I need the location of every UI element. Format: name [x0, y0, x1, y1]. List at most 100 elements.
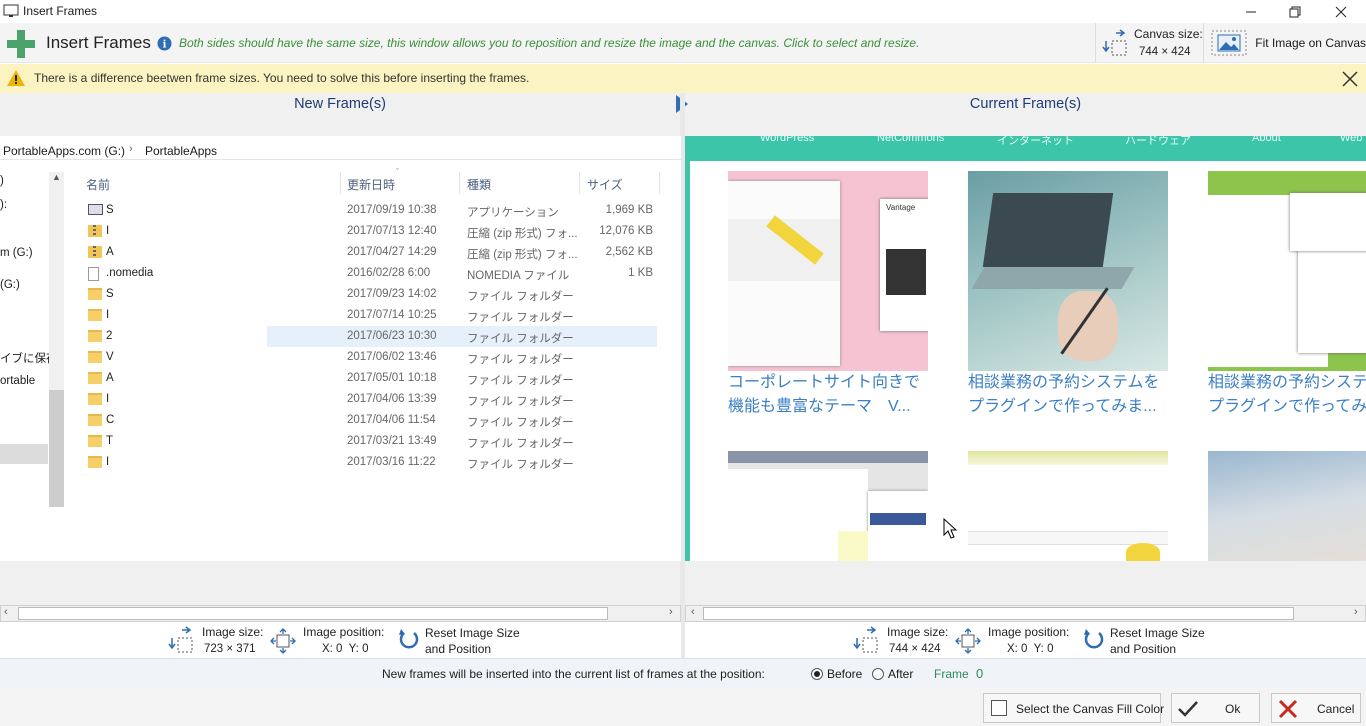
image-size-icon — [853, 626, 878, 653]
table-row[interactable]: C 2017/04/06 11:54 ファイル フォルダー — [82, 410, 657, 431]
fit-image-button[interactable]: Fit Image on Canvas — [1208, 25, 1366, 61]
cell-type: ファイル フォルダー — [467, 375, 574, 387]
folder-icon — [88, 372, 102, 384]
nav-item: ): — [0, 199, 8, 211]
cell-type: 圧縮 (zip 形式) フォ... — [467, 228, 578, 240]
mouse-cursor-icon — [943, 518, 958, 539]
cell-date: 2016/02/28 6:00 — [347, 267, 431, 279]
left-horizontal-scrollbar[interactable]: ‹ › — [0, 605, 681, 622]
restore-button[interactable] — [1272, 0, 1318, 23]
table-row[interactable]: A 2017/04/27 14:29 圧縮 (zip 形式) フォ... 2,562 … — [82, 242, 657, 263]
ok-button[interactable]: Ok — [1171, 693, 1260, 723]
nav-item: ortable — [0, 375, 36, 387]
after-radio[interactable]: After — [872, 667, 913, 681]
column-size[interactable]: サイズ — [587, 176, 623, 193]
table-row[interactable]: I 2017/07/14 10:25 ファイル フォルダー — [82, 305, 657, 326]
dialog-title: Insert Frames — [46, 33, 151, 52]
nav-item: (G:) — [0, 279, 20, 291]
fit-image-icon — [1211, 30, 1247, 56]
table-row[interactable]: 2 2017/06/23 10:30 ファイル フォルダー — [88, 326, 657, 347]
new-frame-image[interactable]: PortableApps.com (G:) › PortableApps ) )… — [0, 136, 681, 561]
close-window-button[interactable] — [1318, 0, 1364, 23]
info-text: Both sides should have the same size, th… — [179, 36, 920, 50]
close-warning-icon[interactable] — [1342, 71, 1358, 87]
checkbox-box — [991, 700, 1007, 716]
insert-position-text: New frames will be inserted into the cur… — [382, 667, 765, 681]
warning-text: There is a difference beetwen frame size… — [34, 71, 530, 85]
reset-icon — [1084, 629, 1104, 649]
nav-scrollbar: ▲ — [49, 172, 64, 507]
image-position-value: X: 0 Y: 0 — [322, 643, 369, 655]
cell-date: 2017/07/13 12:40 — [347, 225, 437, 237]
breadcrumb-separator: › — [129, 143, 133, 155]
cell-size: 1 KB — [628, 267, 653, 279]
minimize-button[interactable] — [1228, 0, 1274, 23]
app-icon — [3, 4, 19, 17]
table-row[interactable]: S 2017/09/19 10:38 アプリケーション 1,969 KB — [82, 200, 657, 221]
table-row[interactable]: A 2017/05/01 10:18 ファイル フォルダー — [82, 368, 657, 389]
site-nav-item: インターネット — [997, 136, 1074, 147]
restore-icon — [1289, 6, 1301, 17]
frame-number-input[interactable]: 0 — [976, 666, 983, 681]
reset-label: Reset Image Size — [425, 626, 520, 640]
cancel-button[interactable]: Cancel — [1271, 693, 1361, 723]
card-title-1[interactable]: コーポレートサイト向きで 機能も豊富なテーマ V... — [728, 371, 920, 419]
breadcrumb: PortableApps.com (G:) › PortableApps — [0, 136, 681, 160]
nav-selected — [0, 444, 48, 464]
table-row[interactable]: S 2017/09/23 14:02 ファイル フォルダー — [82, 284, 657, 305]
column-date[interactable]: 更新日時 — [347, 176, 395, 193]
site-nav-item: WordPress — [760, 136, 815, 144]
minimize-icon — [1246, 11, 1256, 12]
card-title-line: プラグインで作ってみま... — [968, 398, 1157, 415]
reset-label: Reset Image Size — [1110, 626, 1205, 640]
reset-image-button[interactable]: Reset Image Size and Position — [398, 624, 528, 656]
folder-icon — [88, 288, 102, 300]
insert-position-bar: New frames will be inserted into the cur… — [0, 658, 1366, 688]
cell-type: ファイル フォルダー — [467, 417, 574, 429]
cell-name: I — [106, 456, 110, 468]
card-image-3 — [1208, 171, 1366, 371]
card-title-2[interactable]: 相談業務の予約システムを プラグインで作ってみま... — [968, 371, 1160, 419]
table-row[interactable]: I 2017/03/16 11:22 ファイル フォルダー — [82, 452, 657, 473]
table-row[interactable]: V 2017/06/02 13:46 ファイル フォルダー — [82, 347, 657, 368]
cell-name: A — [106, 246, 114, 258]
site-nav-item: NetCommons — [877, 136, 945, 144]
table-row[interactable]: I 2017/07/13 12:40 圧縮 (zip 形式) フォ... 12,076… — [82, 221, 657, 242]
right-controls: Image size: 744 × 424 Image position: X:… — [685, 622, 1366, 658]
image-position-icon — [270, 628, 296, 654]
table-row[interactable]: .nomedia 2016/02/28 6:00 NOMEDIA ファイル 1 KB — [82, 263, 657, 284]
current-frames-header: Current Frame(s) — [685, 93, 1366, 136]
canvas-size-label: Canvas size: — [1134, 27, 1203, 41]
canvas-fill-color-checkbox[interactable]: Select the Canvas Fill Color — [983, 693, 1164, 723]
reset-image-button[interactable]: Reset Image Size and Position — [1083, 624, 1213, 656]
current-frame-image[interactable]: WordPress NetCommons インターネット ハードウェア Abou… — [685, 136, 1366, 561]
column-type[interactable]: 種類 — [467, 176, 491, 193]
cell-date: 2017/06/23 10:30 — [347, 330, 437, 342]
site-nav-item: ハードウェア — [1125, 136, 1191, 147]
zip-icon — [88, 246, 102, 258]
close-icon — [1335, 6, 1347, 17]
doc-icon — [88, 267, 99, 281]
radio-unchecked — [872, 668, 884, 680]
zip-icon — [88, 225, 102, 237]
canvas-size-value: 744 × 424 — [1139, 46, 1191, 58]
card-title-3[interactable]: 相談業務の予約システ プラグインで作ってみ — [1208, 371, 1366, 419]
card-title-line: コーポレートサイト向きで — [728, 374, 921, 391]
image-size-label: Image size: — [887, 625, 949, 639]
folder-icon — [88, 351, 102, 363]
folder-icon — [88, 435, 102, 447]
card-title-line: 機能も豊富なテーマ V... — [728, 398, 911, 415]
left-canvas-area — [0, 561, 680, 605]
plus-icon — [7, 30, 35, 58]
cell-date: 2017/06/02 13:46 — [347, 351, 437, 363]
cell-size: 1,969 KB — [605, 204, 653, 216]
reset-label: and Position — [1110, 642, 1177, 656]
cell-type: ファイル フォルダー — [467, 333, 574, 345]
column-name[interactable]: 名前 — [86, 176, 110, 193]
before-radio[interactable]: Before — [811, 667, 862, 681]
right-horizontal-scrollbar[interactable]: ‹ › — [685, 605, 1366, 622]
table-row[interactable]: T 2017/03/21 13:49 ファイル フォルダー — [82, 431, 657, 452]
cell-date: 2017/04/06 11:54 — [347, 414, 436, 426]
table-row[interactable]: I 2017/04/06 13:39 ファイル フォルダー — [82, 389, 657, 410]
